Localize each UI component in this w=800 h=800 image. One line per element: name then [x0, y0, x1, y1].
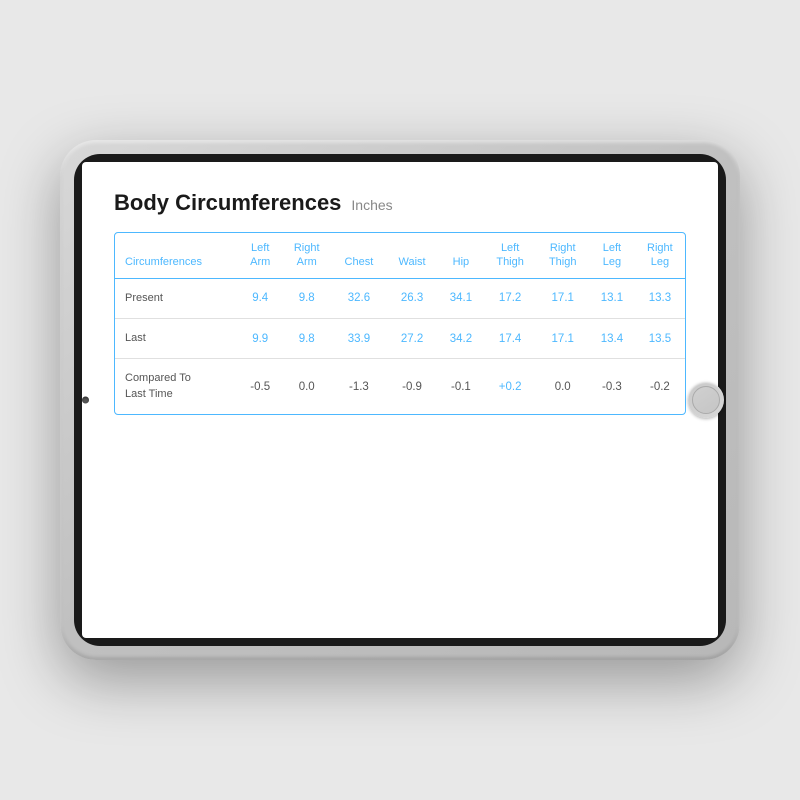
table-row: Present9.49.832.626.334.117.217.113.113.… [115, 278, 685, 318]
cell-r0-c7: 13.1 [589, 278, 635, 318]
col-header-hip: Hip [438, 233, 484, 278]
cell-r1-c4: 34.2 [438, 318, 484, 358]
col-header-right_leg: RightLeg [635, 233, 685, 278]
cell-r2-c5: +0.2 [484, 359, 537, 414]
cell-r1-c1: 9.8 [282, 318, 332, 358]
tablet-screen: Body Circumferences Inches Circumference… [82, 162, 718, 638]
cell-r1-c5: 17.4 [484, 318, 537, 358]
home-button[interactable] [688, 382, 724, 418]
page-subtitle: Inches [351, 197, 392, 213]
col-header-chest: Chest [332, 233, 386, 278]
col-header-right_arm: RightArm [282, 233, 332, 278]
col-header-left_leg: LeftLeg [589, 233, 635, 278]
cell-r2-c6: 0.0 [536, 359, 589, 414]
table-row: Compared To Last Time-0.50.0-1.3-0.9-0.1… [115, 359, 685, 414]
home-button-inner [692, 386, 720, 414]
cell-r1-c6: 17.1 [536, 318, 589, 358]
col-header-right_thigh: RightThigh [536, 233, 589, 278]
cell-r2-c2: -1.3 [332, 359, 386, 414]
table-row: Last9.99.833.927.234.217.417.113.413.5 [115, 318, 685, 358]
camera-dot [82, 397, 89, 404]
page-title: Body Circumferences [114, 190, 341, 216]
cell-r2-c1: 0.0 [282, 359, 332, 414]
title-area: Body Circumferences Inches [114, 190, 686, 216]
row-label-1: Last [115, 318, 239, 358]
cell-r0-c4: 34.1 [438, 278, 484, 318]
table-header-row: CircumferencesLeftArmRightArmChestWaistH… [115, 233, 685, 278]
col-header-waist: Waist [386, 233, 438, 278]
circumferences-table: CircumferencesLeftArmRightArmChestWaistH… [115, 233, 685, 414]
cell-r0-c6: 17.1 [536, 278, 589, 318]
cell-r1-c8: 13.5 [635, 318, 685, 358]
tablet-bezel: Body Circumferences Inches Circumference… [74, 154, 726, 646]
cell-r1-c2: 33.9 [332, 318, 386, 358]
cell-r0-c5: 17.2 [484, 278, 537, 318]
cell-r2-c0: -0.5 [239, 359, 282, 414]
cell-r0-c3: 26.3 [386, 278, 438, 318]
col-header-left_arm: LeftArm [239, 233, 282, 278]
cell-r0-c1: 9.8 [282, 278, 332, 318]
cell-r2-c3: -0.9 [386, 359, 438, 414]
row-label-0: Present [115, 278, 239, 318]
col-header-label: Circumferences [115, 233, 239, 278]
row-label-2: Compared To Last Time [115, 359, 239, 414]
cell-r2-c7: -0.3 [589, 359, 635, 414]
cell-r0-c0: 9.4 [239, 278, 282, 318]
cell-r2-c4: -0.1 [438, 359, 484, 414]
cell-r0-c2: 32.6 [332, 278, 386, 318]
col-header-left_thigh: LeftThigh [484, 233, 537, 278]
cell-r1-c3: 27.2 [386, 318, 438, 358]
circumferences-table-container: CircumferencesLeftArmRightArmChestWaistH… [114, 232, 686, 415]
cell-r1-c0: 9.9 [239, 318, 282, 358]
cell-r2-c8: -0.2 [635, 359, 685, 414]
cell-r0-c8: 13.3 [635, 278, 685, 318]
cell-r1-c7: 13.4 [589, 318, 635, 358]
tablet-device: Body Circumferences Inches Circumference… [60, 140, 740, 660]
